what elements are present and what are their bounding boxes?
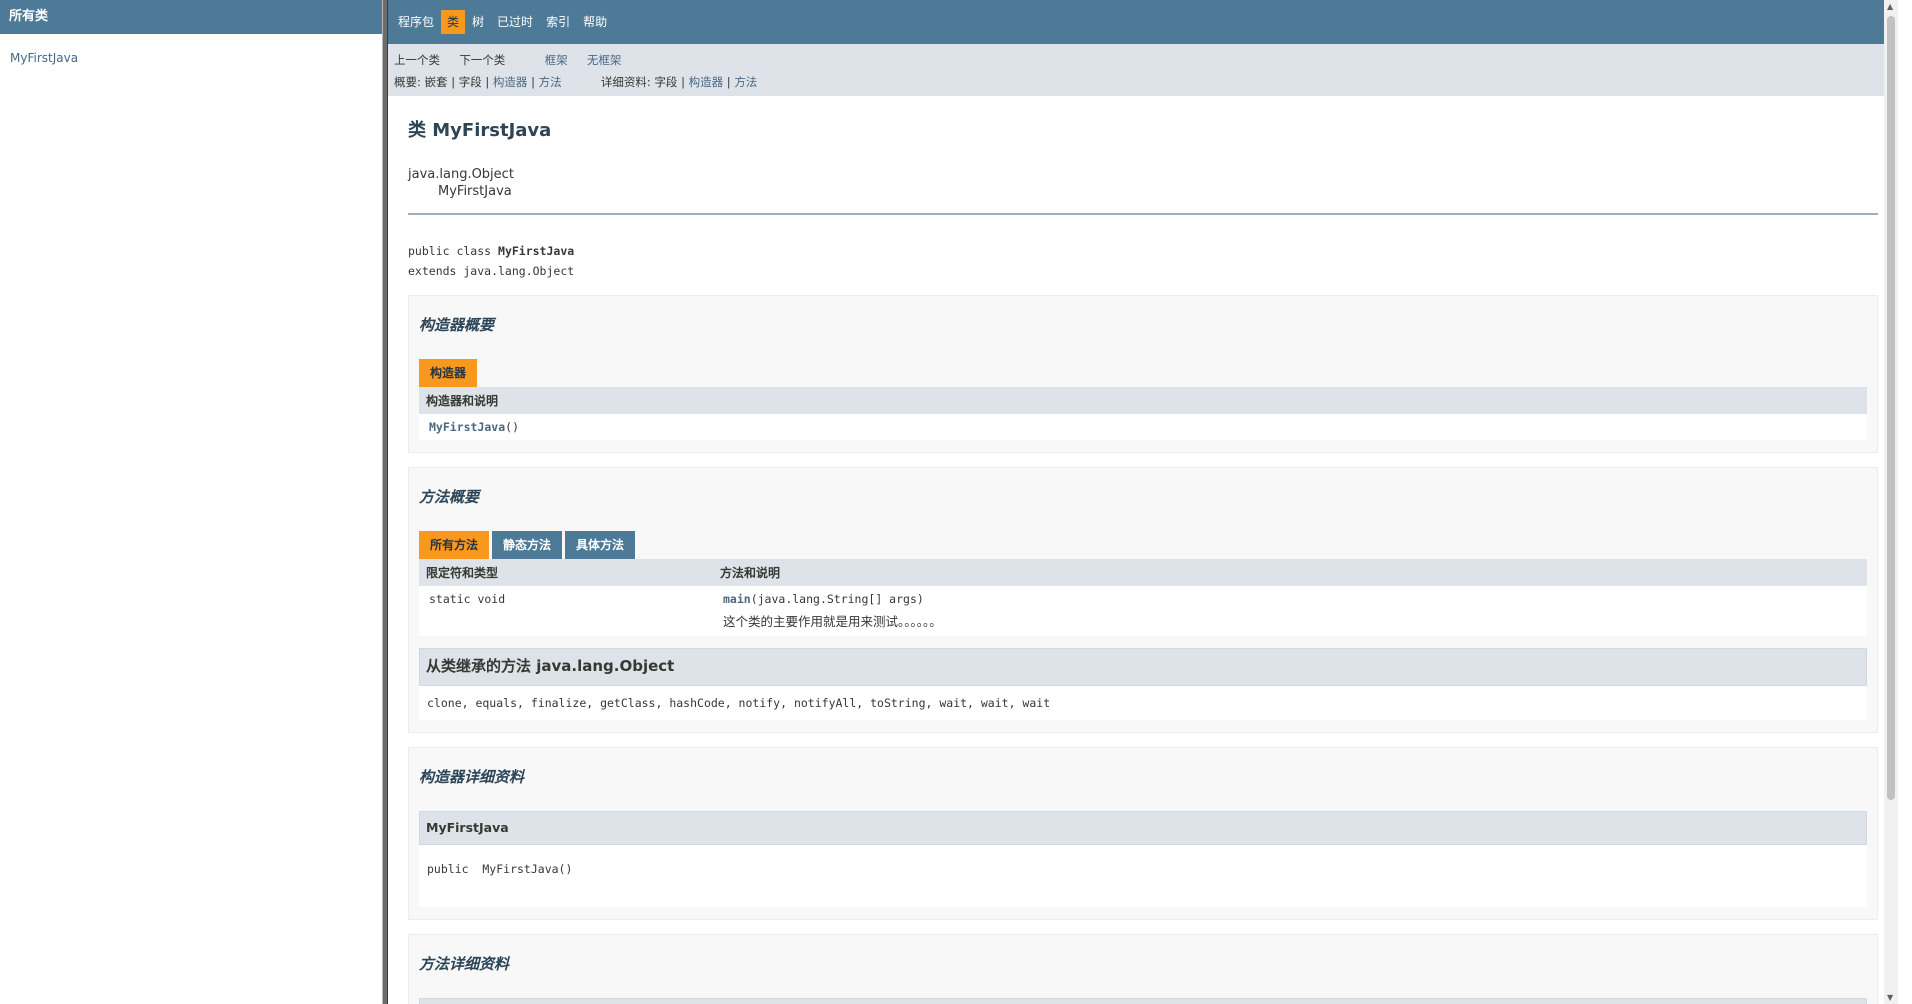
all-classes-header: 所有类 <box>0 0 382 34</box>
inherited-methods-title: 从类继承的方法 java.lang.Object <box>419 648 1867 686</box>
nav-tree[interactable]: 树 <box>466 10 490 34</box>
frames-link[interactable]: 框架 <box>545 53 568 67</box>
inheritance-tree: java.lang.Object MyFirstJava <box>408 166 1878 200</box>
method-tabs: 所有方法 静态方法 具体方法 <box>419 531 1867 559</box>
summary-label: 概要: <box>394 75 421 89</box>
detail-method-link[interactable]: 方法 <box>734 75 757 89</box>
nav-package[interactable]: 程序包 <box>392 10 440 34</box>
detail-field: 字段 <box>654 75 678 89</box>
summary-constructor-link[interactable]: 构造器 <box>493 75 528 89</box>
tab-constructors[interactable]: 构造器 <box>419 359 478 387</box>
class-link-myfirstjava[interactable]: MyFirstJava <box>10 51 78 65</box>
constructor-summary-title: 构造器概要 <box>419 316 495 334</box>
separator: | <box>726 75 731 89</box>
constructor-detail-title: 构造器详细资料 <box>419 768 525 786</box>
separator: | <box>485 75 490 89</box>
constructor-summary: 构造器概要 构造器 构造器和说明 MyFirstJava() <box>408 295 1878 453</box>
constructor-table: 构造器和说明 MyFirstJava() <box>419 387 1867 440</box>
nav-help[interactable]: 帮助 <box>577 10 613 34</box>
class-title: 类 MyFirstJava <box>408 120 552 141</box>
scroll-down-arrow-icon[interactable]: ▼ <box>1887 993 1893 1002</box>
tab-static-methods[interactable]: 静态方法 <box>492 531 563 559</box>
class-signature: public class MyFirstJava extends java.la… <box>408 241 1878 281</box>
prev-class-label: 上一个类 <box>394 53 440 67</box>
summary-field: 字段 <box>458 75 482 89</box>
constructor-tabs: 构造器 <box>419 359 1867 387</box>
constructor-detail-signature: public MyFirstJava() <box>427 862 573 876</box>
method-detail-title: 方法详细资料 <box>419 955 510 973</box>
nav-index[interactable]: 索引 <box>540 10 576 34</box>
inheritance-parent: java.lang.Object <box>408 167 514 182</box>
next-class-label: 下一个类 <box>459 53 506 67</box>
method-col-description: 方法和说明 <box>713 559 1867 586</box>
signature-name: MyFirstJava <box>498 244 575 258</box>
inheritance-child: MyFirstJava <box>438 184 512 199</box>
method-link-main[interactable]: main <box>723 592 751 606</box>
scrollbar-thumb[interactable] <box>1887 16 1895 800</box>
method-params: (java.lang.String[] args) <box>750 592 924 606</box>
separator: | <box>531 75 535 89</box>
method-table: 限定符和类型 方法和说明 static void main(java.lang.… <box>419 559 1867 636</box>
constructor-detail: 构造器详细资料 MyFirstJava public MyFirstJava() <box>408 747 1878 920</box>
method-col-modifier: 限定符和类型 <box>419 559 713 586</box>
signature-extends: extends java.lang.Object <box>408 264 575 278</box>
tab-all-methods[interactable]: 所有方法 <box>419 531 490 559</box>
method-summary: 方法概要 所有方法 静态方法 具体方法 限定符和类型 方法和说明 static … <box>408 467 1878 733</box>
constructor-link[interactable]: MyFirstJava <box>429 420 505 434</box>
sub-nav-bar: 上一个类 下一个类 框架 无框架 概要: 嵌套 | 字段 | 构造器 | 方法 … <box>388 44 1898 96</box>
sub-nav-row-1: 上一个类 下一个类 框架 无框架 <box>394 49 1892 71</box>
constructor-detail-head: MyFirstJava <box>419 811 1867 845</box>
divider <box>408 213 1878 215</box>
inherited-methods-list: clone, equals, finalize, getClass, hashC… <box>419 686 1867 720</box>
class-frame: 程序包 类 树 已过时 索引 帮助 上一个类 下一个类 框架 无框架 概要: 嵌… <box>388 0 1898 1004</box>
separator: | <box>681 75 685 89</box>
method-modifier: static void <box>429 592 506 606</box>
method-detail-head: main <box>419 998 1867 1004</box>
vertical-scrollbar[interactable]: ▲ ▼ <box>1884 0 1898 1004</box>
tab-concrete-methods[interactable]: 具体方法 <box>565 531 636 559</box>
signature-prefix: public class <box>408 244 499 258</box>
detail-constructor-link[interactable]: 构造器 <box>689 75 724 89</box>
table-row: static void main(java.lang.String[] args… <box>419 586 1867 636</box>
summary-nested: 嵌套 <box>424 75 448 89</box>
table-row: MyFirstJava() <box>419 414 1867 440</box>
class-content: 类 MyFirstJava java.lang.Object MyFirstJa… <box>388 116 1898 1004</box>
detail-label: 详细资料: <box>600 75 651 89</box>
no-frames-link[interactable]: 无框架 <box>587 53 622 67</box>
top-nav-bar: 程序包 类 树 已过时 索引 帮助 <box>388 0 1898 44</box>
constructor-table-header: 构造器和说明 <box>419 387 1867 414</box>
method-description: 这个类的主要作用就是用来测试。。。。。。 <box>723 614 942 629</box>
sub-nav-row-2: 概要: 嵌套 | 字段 | 构造器 | 方法 详细资料: 字段 | 构造器 | … <box>394 71 1892 93</box>
constructor-params: () <box>505 420 520 434</box>
scroll-up-arrow-icon[interactable]: ▲ <box>1887 2 1893 11</box>
nav-deprecated[interactable]: 已过时 <box>491 10 539 34</box>
all-classes-frame: 所有类 MyFirstJava <box>0 0 382 1004</box>
class-list: MyFirstJava <box>0 34 382 79</box>
nav-class: 类 <box>441 10 466 34</box>
summary-method-link[interactable]: 方法 <box>539 75 562 89</box>
separator: | <box>451 75 456 89</box>
method-detail: 方法详细资料 main <box>408 934 1878 1004</box>
method-summary-title: 方法概要 <box>419 488 480 506</box>
